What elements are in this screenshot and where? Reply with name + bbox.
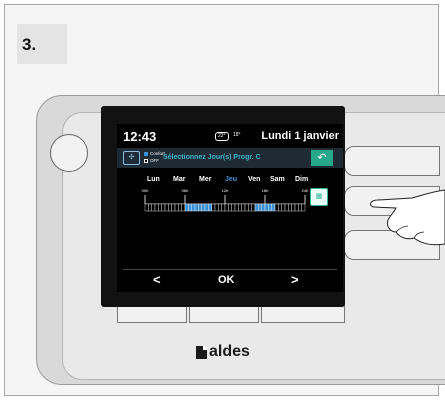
hour-tick-label: 06h (182, 188, 189, 193)
schedule-slot[interactable] (191, 203, 196, 212)
thermometer-icon: 22° (215, 132, 229, 141)
schedule-slot[interactable] (228, 203, 232, 212)
schedule-slot[interactable] (148, 203, 152, 212)
day-mer[interactable]: Mer (199, 176, 211, 183)
schedule-slot[interactable] (218, 203, 222, 212)
bottom-button-right[interactable] (261, 305, 345, 323)
legend-swatch-confort (144, 151, 148, 156)
schedule-slot[interactable] (284, 203, 289, 212)
schedule-slot[interactable] (171, 203, 176, 212)
day-ven[interactable]: Ven (248, 176, 260, 183)
schedule-slot[interactable] (231, 203, 236, 212)
schedule-slot[interactable] (238, 203, 242, 212)
schedule-slot[interactable] (258, 203, 262, 212)
hour-tick-label: 24h (302, 188, 309, 193)
round-knob[interactable] (50, 134, 88, 172)
schedule-slot[interactable] (221, 203, 226, 212)
schedule-slot[interactable] (211, 203, 216, 212)
schedule-slot[interactable] (168, 203, 172, 212)
day-dim[interactable]: Dim (295, 176, 308, 183)
side-button-top[interactable] (344, 146, 440, 176)
return-arrow-icon[interactable]: ↶ (311, 150, 333, 166)
schedule-slot[interactable] (294, 203, 299, 212)
schedule-slot[interactable] (234, 203, 239, 212)
step-number: 3. (22, 35, 37, 54)
day-jeu[interactable]: Jeu (225, 176, 237, 183)
schedule-slot[interactable] (301, 203, 306, 212)
schedule-slot[interactable] (244, 203, 249, 212)
schedule-slot[interactable] (184, 203, 189, 212)
day-sam[interactable]: Sam (270, 176, 285, 183)
bottom-button-left[interactable] (117, 305, 187, 323)
hour-tick-label: 00h (142, 188, 149, 193)
legend-swatch-off (144, 158, 148, 163)
schedule-slot[interactable] (161, 203, 166, 212)
schedule-slot[interactable] (174, 203, 179, 212)
schedule-slot[interactable] (291, 203, 296, 212)
schedule-slot[interactable] (264, 203, 269, 212)
clock-time: 12:43 (123, 129, 157, 144)
current-date: Lundi 1 janvier (261, 130, 339, 142)
schedule-slot[interactable] (208, 203, 212, 212)
schedule-slot[interactable] (274, 203, 279, 212)
instruction-text: Sélectionnez Jour(s) Progr. C (163, 154, 261, 161)
legend-label-off: OFF (150, 158, 159, 163)
schedule-slot[interactable] (204, 203, 209, 212)
hour-tick-label: 12h (222, 188, 229, 193)
schedule-slot[interactable] (224, 203, 229, 212)
schedule-slot[interactable] (194, 203, 199, 212)
schedule-slot[interactable] (278, 203, 282, 212)
schedule-slot[interactable] (158, 203, 162, 212)
pointing-hand-icon (370, 189, 445, 246)
schedule-slot[interactable] (214, 203, 219, 212)
nav-divider (123, 269, 337, 270)
bottom-button-center[interactable] (189, 305, 259, 323)
schedule-slot[interactable] (154, 203, 159, 212)
day-mar[interactable]: Mar (173, 176, 185, 183)
instruction-bar: ✣ Confort OFF Sélectionnez Jour(s) Progr… (117, 148, 343, 168)
schedule-slot[interactable] (268, 203, 272, 212)
schedule-slot[interactable] (251, 203, 256, 212)
thermostat-screen: 12:43 22° 18° Lundi 1 janvier ✣ Confort … (117, 124, 343, 292)
day-lun[interactable]: Lun (147, 176, 160, 183)
schedule-slot[interactable] (198, 203, 202, 212)
calendar-copy-icon[interactable]: ▦ (310, 188, 328, 206)
next-button[interactable]: > (291, 272, 299, 287)
prev-button[interactable]: < (153, 272, 161, 287)
schedule-slot[interactable] (248, 203, 252, 212)
schedule-slot[interactable] (241, 203, 246, 212)
aldes-logo-mark (196, 345, 207, 359)
schedule-slot[interactable] (271, 203, 276, 212)
schedule-slot[interactable] (164, 203, 169, 212)
ok-button[interactable]: OK (218, 274, 235, 286)
schedule-slot[interactable] (151, 203, 156, 212)
schedule-slot[interactable] (298, 203, 302, 212)
schedule-slot[interactable] (261, 203, 266, 212)
aldes-logo: aldes (196, 343, 250, 361)
schedule-slot[interactable] (201, 203, 206, 212)
mode-legend: Confort OFF (144, 150, 165, 164)
brand-name: aldes (209, 343, 250, 360)
schedule-slot[interactable] (281, 203, 286, 212)
schedule-slot[interactable] (144, 203, 149, 212)
schedule-slot[interactable] (288, 203, 292, 212)
schedule-slot[interactable] (188, 203, 192, 212)
schedule-slot[interactable] (181, 203, 186, 212)
ventilation-mode-icon: ✣ (123, 151, 140, 165)
hour-tick-label: 18h (262, 188, 269, 193)
schedule-slot[interactable] (178, 203, 182, 212)
outdoor-temperature: 18° (233, 132, 241, 138)
schedule-slot[interactable] (254, 203, 259, 212)
